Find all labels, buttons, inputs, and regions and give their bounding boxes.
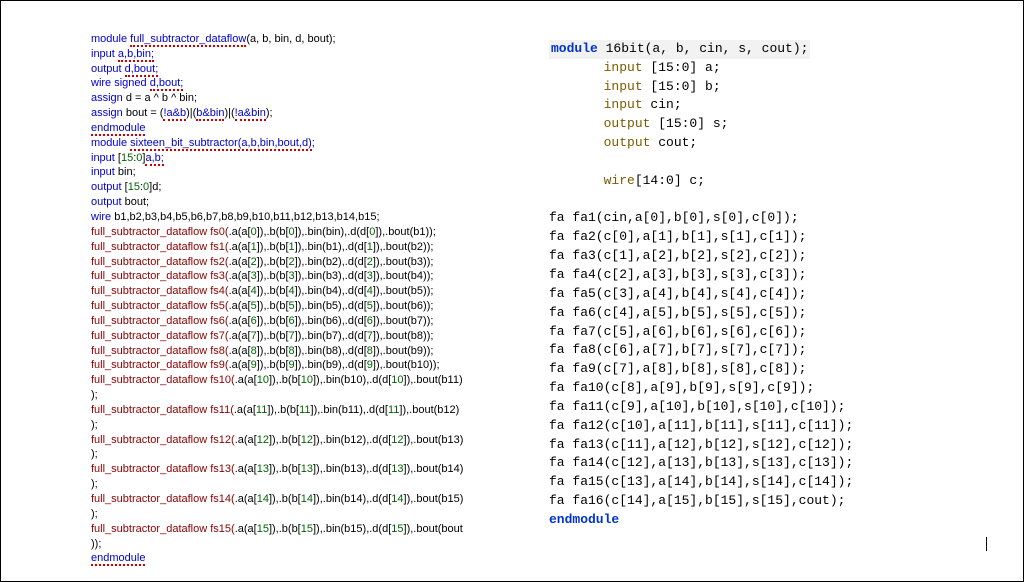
code-left-column: module full_subtractor_dataflow(a, b, bi… bbox=[91, 17, 521, 573]
fsb-instances: full_subtractor_dataflow fs10(.a(a[10]),… bbox=[91, 373, 521, 551]
fs-line: full_subtractor_dataflow fs0(.a(a[0]),.b… bbox=[91, 225, 521, 240]
fs-line: full_subtractor_dataflow fs3(.a(a[3]),.b… bbox=[91, 269, 521, 284]
r-kw-module: module bbox=[551, 41, 598, 56]
fs-line-wrap: full_subtractor_dataflow fs15(.a(a[15]),… bbox=[91, 522, 521, 552]
kw-module: module bbox=[91, 33, 130, 45]
r-wire: wire bbox=[604, 173, 635, 188]
output-list: d,bout; bbox=[125, 63, 159, 77]
sp bbox=[549, 60, 604, 75]
kw-wire: wire bbox=[91, 211, 114, 223]
module-name: full_subtractor_dataflow bbox=[130, 33, 246, 47]
fs-line-wrap: full_subtractor_dataflow fs14(.a(a[14]),… bbox=[91, 492, 521, 522]
sp bbox=[549, 116, 604, 131]
fa-line: fa fa4(c[2],a[3],b[3],s[3],c[3]); bbox=[549, 266, 1005, 285]
sp bbox=[549, 79, 604, 94]
fa-instances: fa fa1(cin,a[0],b[0],s[0],c[0]);fa fa2(c… bbox=[549, 209, 1005, 511]
o2-c: ]d; bbox=[149, 181, 161, 193]
r-out-s-tail: [15:0] s; bbox=[650, 116, 728, 131]
bo-e: )|( bbox=[224, 107, 234, 119]
fs-line-wrap: full_subtractor_dataflow fs10(.a(a[10]),… bbox=[91, 373, 521, 403]
bo-c: )|( bbox=[186, 107, 196, 119]
wire-list: d,bout; bbox=[150, 77, 184, 91]
fa-line: fa fa7(c[5],a[6],b[6],s[6],c[6]); bbox=[549, 323, 1005, 342]
sp bbox=[549, 135, 604, 150]
r-out-cout-tail: cout; bbox=[650, 135, 697, 150]
wire-b1-b15: b1,b2,b3,b4,b5,b6,b7,b8,b9,b10,b11,b12,b… bbox=[114, 211, 379, 223]
fa-line: fa fa10(c[8],a[9],b[9],s[9],c[9]); bbox=[549, 379, 1005, 398]
kw-output2: output bbox=[91, 181, 125, 193]
r-input-b: input bbox=[604, 79, 643, 94]
fs-instances: full_subtractor_dataflow fs0(.a(a[0]),.b… bbox=[91, 225, 521, 373]
r-output-cout: output bbox=[604, 135, 651, 150]
fs-line: full_subtractor_dataflow fs7(.a(a[7]),.b… bbox=[91, 329, 521, 344]
fa-line: fa fa11(c[9],a[10],b[10],s[10],c[10]); bbox=[549, 398, 1005, 417]
kw-assign: assign bbox=[91, 92, 126, 104]
fs-line: full_subtractor_dataflow fs9(.a(a[9]),.b… bbox=[91, 358, 521, 373]
fa-line: fa fa5(c[3],a[4],b[4],s[4],c[4]); bbox=[549, 285, 1005, 304]
endmodule2: endmodule bbox=[91, 552, 145, 566]
assign-d: d = a ^ b ^ bin; bbox=[126, 92, 197, 104]
r-input-cin: input bbox=[604, 97, 643, 112]
bo-b: !a&b bbox=[163, 107, 186, 121]
kw-input2: input bbox=[91, 152, 118, 164]
kw-wire-signed: wire signed bbox=[91, 77, 150, 89]
i2-ab: a,b; bbox=[145, 152, 163, 166]
sp bbox=[549, 97, 604, 112]
endmodule1: endmodule bbox=[91, 122, 145, 136]
code-page: module full_subtractor_dataflow(a, b, bi… bbox=[1, 1, 1023, 581]
kw-assign2: assign bbox=[91, 107, 126, 119]
r-wire-tail: [14:0] c; bbox=[635, 173, 705, 188]
fa-line: fa fa12(c[10],a[11],b[11],s[11],c[11]); bbox=[549, 417, 1005, 436]
fs-line: full_subtractor_dataflow fs2(.a(a[2]),.b… bbox=[91, 255, 521, 270]
input-bin: bin; bbox=[118, 166, 136, 178]
fs-line: full_subtractor_dataflow fs5(.a(a[5]),.b… bbox=[91, 299, 521, 314]
o2-n1: 15 bbox=[128, 181, 140, 193]
code-right-column: module 16bit(a, b, cin, s, cout); input … bbox=[549, 17, 1005, 573]
sp bbox=[549, 173, 604, 188]
text-cursor bbox=[986, 537, 987, 551]
r-in-cin-tail: cin; bbox=[643, 97, 682, 112]
bo-g: ); bbox=[266, 107, 273, 119]
fs-line: full_subtractor_dataflow fs8(.a(a[8]),.b… bbox=[91, 344, 521, 359]
kw-output: output bbox=[91, 63, 125, 75]
fa-line: fa fa6(c[4],a[5],b[5],s[5],c[5]); bbox=[549, 304, 1005, 323]
module2-name: sixteen_bit_subtractor(a,b,bin,bout,d) bbox=[130, 137, 312, 151]
fs-line-wrap: full_subtractor_dataflow fs11(.a(a[11]),… bbox=[91, 403, 521, 433]
fs-line: full_subtractor_dataflow fs6(.a(a[6]),.b… bbox=[91, 314, 521, 329]
fa-line: fa fa1(cin,a[0],b[0],s[0],c[0]); bbox=[549, 209, 1005, 228]
bo-a: bout = ( bbox=[126, 107, 164, 119]
fa-line: fa fa15(c[13],a[14],b[14],s[14],c[14]); bbox=[549, 473, 1005, 492]
fa-line: fa fa3(c[1],a[2],b[2],s[2],c[2]); bbox=[549, 247, 1005, 266]
fa-line: fa fa13(c[11],a[12],b[12],s[12],c[12]); bbox=[549, 436, 1005, 455]
bo-d: b&bin bbox=[196, 107, 224, 121]
r-input-a: input bbox=[604, 60, 643, 75]
fa-line: fa fa8(c[6],a[7],b[7],s[7],c[7]); bbox=[549, 341, 1005, 360]
mod-args: (a, b, bin, d, bout); bbox=[246, 33, 335, 45]
kw-input: input bbox=[91, 48, 118, 60]
fa-line: fa fa14(c[12],a[13],b[13],s[13],c[13]); bbox=[549, 454, 1005, 473]
i2-n1: 15 bbox=[121, 152, 133, 164]
fa-line: fa fa16(c[14],a[15],b[15],s[15],cout); bbox=[549, 492, 1005, 511]
fa-line: fa fa9(c[7],a[8],b[8],s[8],c[8]); bbox=[549, 360, 1005, 379]
r-endmodule: endmodule bbox=[549, 512, 619, 527]
kw-module2: module bbox=[91, 137, 130, 149]
kw-output3: output bbox=[91, 196, 125, 208]
fs-line: full_subtractor_dataflow fs1(.a(a[1]),.b… bbox=[91, 240, 521, 255]
input-list: a,b,bin; bbox=[118, 48, 154, 62]
fs-line: full_subtractor_dataflow fs4(.a(a[4]),.b… bbox=[91, 284, 521, 299]
fa-line: fa fa2(c[0],a[1],b[1],s[1],c[1]); bbox=[549, 228, 1005, 247]
m2-tail: ; bbox=[312, 137, 315, 149]
r-in-a-tail: [15:0] a; bbox=[643, 60, 721, 75]
r-in-b-tail: [15:0] b; bbox=[643, 79, 721, 94]
output-bout: bout; bbox=[125, 196, 149, 208]
fs-line-wrap: full_subtractor_dataflow fs13(.a(a[13]),… bbox=[91, 462, 521, 492]
r-mod-tail: 16bit(a, b, cin, s, cout); bbox=[598, 41, 809, 56]
fs-line-wrap: full_subtractor_dataflow fs12(.a(a[12]),… bbox=[91, 433, 521, 463]
r-output-s: output bbox=[604, 116, 651, 131]
bo-f: !a&bin bbox=[235, 107, 266, 121]
kw-input3: input bbox=[91, 166, 118, 178]
